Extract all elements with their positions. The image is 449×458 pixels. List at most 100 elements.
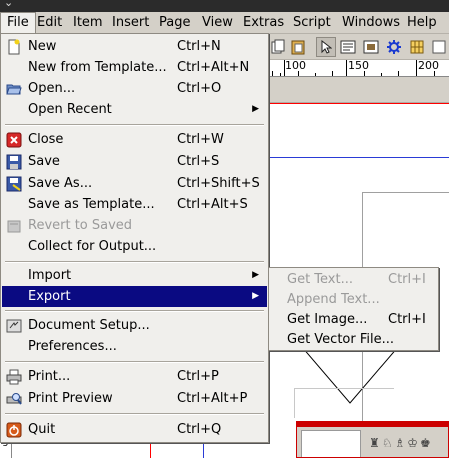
menubar-insert[interactable]: Insert [106, 12, 155, 34]
menu-separator [5, 261, 264, 263]
printer-icon [6, 369, 22, 385]
shape-icon[interactable] [429, 37, 449, 57]
save-as-icon [6, 176, 22, 192]
menubar-page[interactable]: Page [153, 12, 196, 34]
menu-item-shortcut: Ctrl+Alt+N [177, 60, 250, 75]
menu-separator [5, 413, 264, 415]
menu-item-shortcut: Ctrl+Alt+P [177, 391, 248, 406]
menu-item-save-as-template[interactable]: Save as Template... Ctrl+Alt+S [2, 194, 267, 215]
menu-item-label: Save As... [28, 176, 93, 191]
print-preview-icon [6, 393, 22, 405]
chess-pieces-icon: ♜♘♗♔♚ [369, 436, 433, 450]
ruler-tick [298, 71, 299, 76]
export-submenu: Get Text... Ctrl+I Append Text... Get Im… [268, 267, 439, 351]
table-icon[interactable] [407, 37, 427, 57]
ruler-tick [434, 71, 435, 76]
submenu-item-get-text: Get Text... Ctrl+I [270, 269, 437, 290]
menu-item-shortcut: Ctrl+I [388, 312, 426, 327]
menu-item-label: New [28, 39, 57, 54]
menu-item-open[interactable]: Open... Ctrl+O [2, 78, 267, 99]
menubar-windows[interactable]: Windows [336, 12, 406, 34]
ruler-tick [280, 73, 281, 76]
menu-item-shortcut: Ctrl+N [177, 39, 221, 54]
text-frame-icon[interactable] [338, 37, 358, 57]
menu-item-shortcut: Ctrl+W [177, 132, 224, 147]
menu-item-import[interactable]: Import ▶ [2, 265, 267, 286]
ruler-tick [364, 71, 365, 76]
render-frame-icon[interactable] [384, 37, 404, 57]
window-menu-glyph[interactable]: ⌄ [4, 0, 13, 10]
menu-item-label: New from Template... [28, 60, 167, 75]
menu-item-new-from-template[interactable]: New from Template... Ctrl+Alt+N [2, 57, 267, 78]
menu-item-open-recent[interactable]: Open Recent ▶ [2, 99, 267, 120]
open-folder-icon [6, 84, 22, 95]
new-document-icon [8, 39, 20, 55]
menu-item-new[interactable]: New Ctrl+N [2, 36, 267, 57]
ruler-label-150: 150 [348, 59, 369, 72]
menu-item-shortcut: Ctrl+Alt+S [177, 197, 248, 212]
ruler-label-100: 100 [285, 59, 306, 72]
menu-item-shortcut: Ctrl+S [177, 154, 220, 169]
menu-item-save-as[interactable]: Save As... Ctrl+Shift+S [2, 173, 267, 194]
submenu-item-get-vector-file[interactable]: Get Vector File... [270, 329, 437, 350]
quit-icon [6, 422, 22, 438]
horizontal-ruler: 100 150 200 [268, 60, 449, 77]
menu-item-save[interactable]: Save Ctrl+S [2, 151, 267, 172]
menu-item-label: Append Text... [287, 292, 380, 307]
paste-icon[interactable] [288, 37, 308, 57]
ruler-tick [332, 71, 333, 76]
close-document-icon [6, 132, 22, 148]
menu-item-label: Close [28, 132, 64, 147]
document-tab-strip [268, 77, 449, 103]
menu-separator [5, 310, 264, 312]
menu-item-label: Open Recent [28, 102, 112, 117]
ruler-tick [272, 71, 273, 76]
ruler-tick [346, 60, 347, 76]
thumbnail-titlebar [297, 422, 448, 427]
menubar-help[interactable]: Help [401, 12, 443, 34]
toolbar [268, 34, 449, 60]
menu-item-export[interactable]: Export ▶ [2, 286, 267, 307]
menubar-edit[interactable]: Edit [31, 12, 68, 34]
submenu-item-append-text: Append Text... [270, 289, 437, 310]
ruler-tick [416, 60, 417, 76]
margin-guide-blue [268, 157, 449, 158]
menu-item-label: Print... [28, 369, 71, 384]
submenu-item-get-image[interactable]: Get Image... Ctrl+I [270, 309, 437, 330]
save-icon [6, 154, 22, 170]
menu-item-preferences[interactable]: Preferences... [2, 336, 267, 357]
menu-item-label: Save [28, 154, 60, 169]
menu-item-label: Get Vector File... [287, 332, 395, 347]
menubar-script[interactable]: Script [287, 12, 337, 34]
ruler-tick [381, 73, 382, 76]
menu-item-label: Import [28, 268, 72, 283]
menu-item-label: Print Preview [28, 391, 113, 406]
menu-item-label: Open... [28, 81, 76, 96]
menu-item-close[interactable]: Close Ctrl+W [2, 129, 267, 150]
copy-icon[interactable] [268, 37, 288, 57]
menubar-item[interactable]: Item [67, 12, 109, 34]
submenu-arrow-icon: ▶ [252, 104, 259, 114]
margin-guide-red [268, 103, 449, 104]
menu-item-collect-for-output[interactable]: Collect for Output... [2, 236, 267, 257]
thumbnail-page [301, 430, 361, 457]
menu-item-label: Collect for Output... [28, 239, 157, 254]
menu-item-label: Save as Template... [28, 197, 155, 212]
menu-item-revert-to-saved: Revert to Saved [2, 215, 267, 236]
menu-item-print[interactable]: Print... Ctrl+P [2, 366, 267, 387]
menu-item-document-setup[interactable]: Document Setup... [2, 315, 267, 336]
menu-item-shortcut: Ctrl+O [177, 81, 222, 96]
menu-item-shortcut: Ctrl+Shift+S [177, 176, 260, 191]
menu-item-print-preview[interactable]: Print Preview Ctrl+Alt+P [2, 388, 267, 409]
menubar-extras[interactable]: Extras [237, 12, 290, 34]
submenu-arrow-icon: ▶ [252, 291, 259, 301]
frame-outline [294, 388, 394, 418]
embedded-screenshot-thumbnail[interactable]: ♜♘♗♔♚ [296, 421, 449, 458]
select-pointer-icon[interactable] [316, 37, 336, 57]
menubar-view[interactable]: View [196, 12, 239, 34]
ruler-tick [398, 71, 399, 76]
image-frame-icon[interactable] [361, 37, 381, 57]
menu-item-label: Preferences... [28, 339, 117, 354]
submenu-arrow-icon: ▶ [252, 270, 259, 280]
menu-item-quit[interactable]: Quit Ctrl+Q [2, 419, 267, 440]
